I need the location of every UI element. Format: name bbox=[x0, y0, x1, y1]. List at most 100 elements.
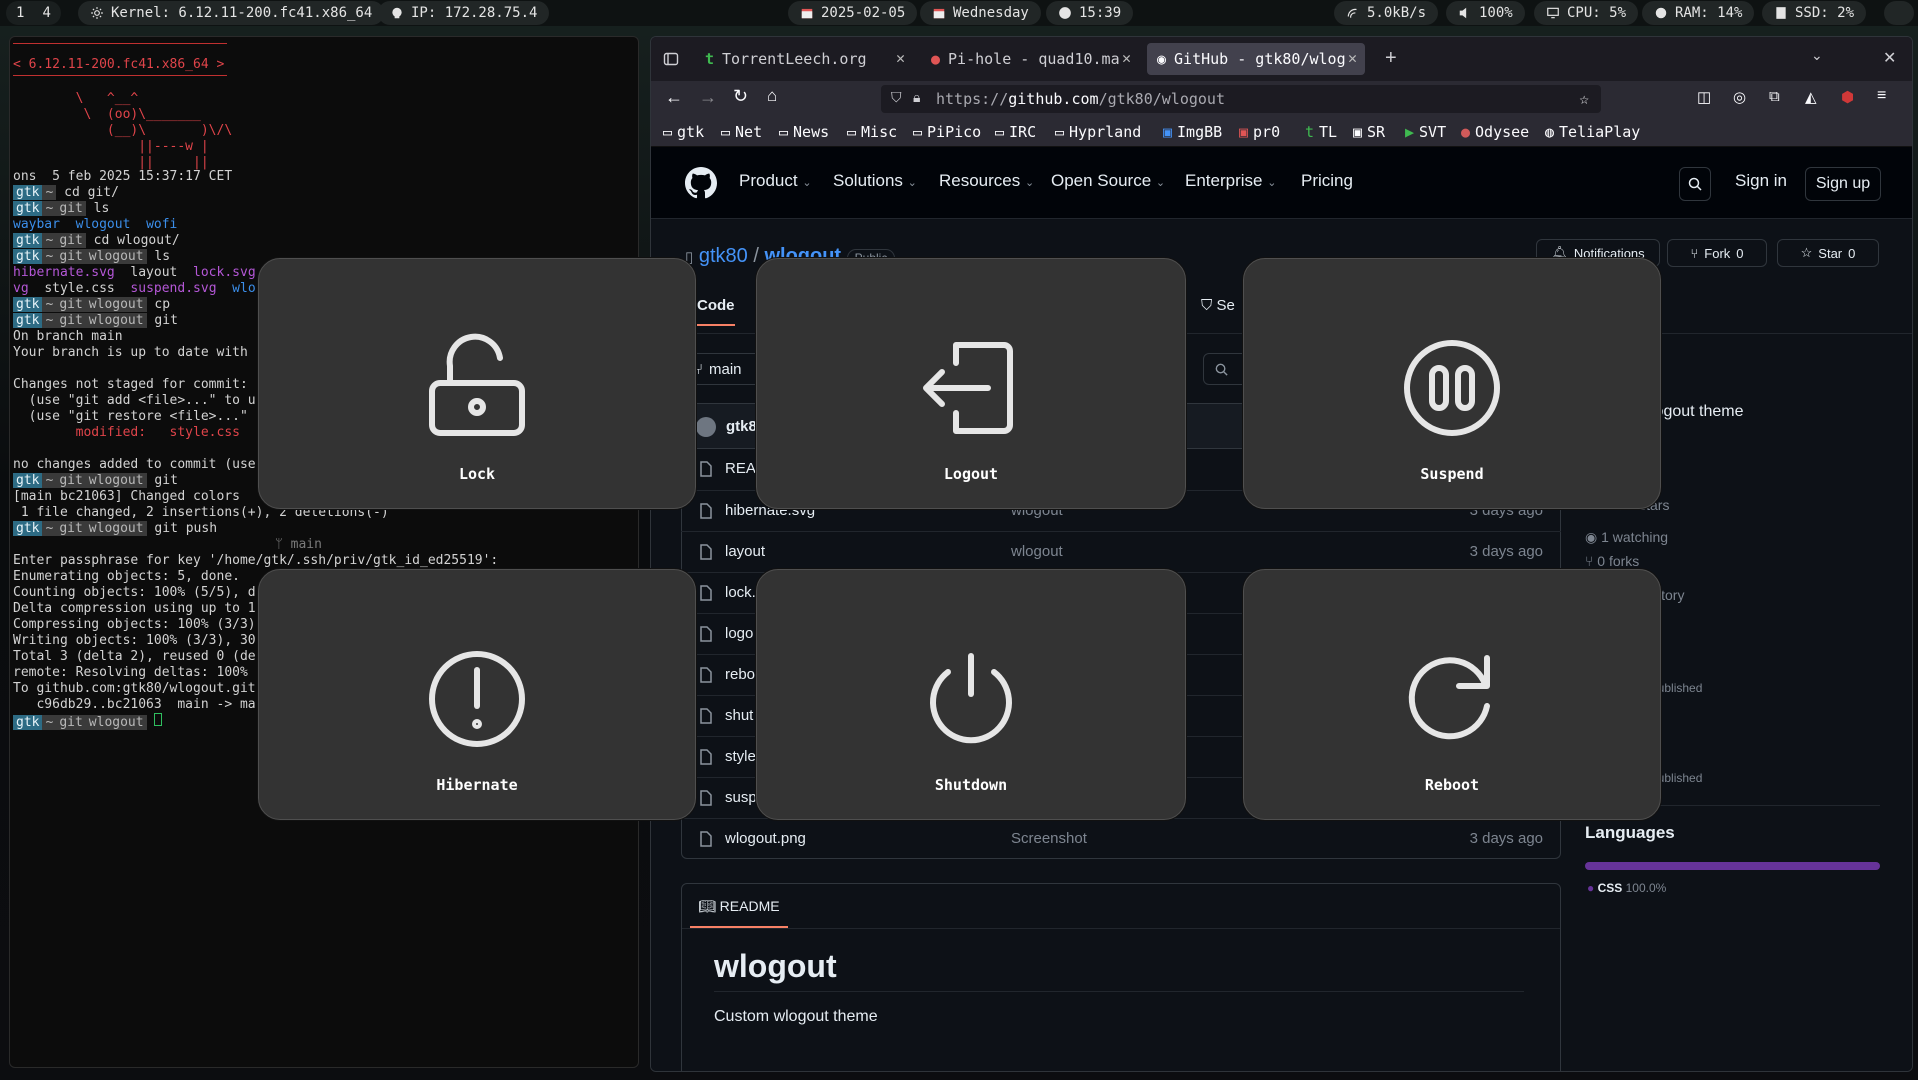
bookmark-label: ImgBB bbox=[1177, 123, 1223, 141]
watching-link[interactable]: ◉ 1 watching bbox=[1585, 529, 1668, 546]
reboot-button[interactable]: Reboot bbox=[1243, 569, 1661, 820]
logout-button[interactable]: Logout bbox=[756, 258, 1186, 509]
file-name[interactable]: lock. bbox=[725, 584, 756, 601]
sidebar-icon[interactable] bbox=[663, 51, 679, 67]
pocket-icon[interactable]: ◫ bbox=[1697, 88, 1711, 106]
terminal-window[interactable]: < 6.12.11-200.fc41.x86_64 > \ ^__^ \ (oo… bbox=[9, 36, 639, 1068]
workspace-button[interactable]: 4 bbox=[42, 5, 50, 21]
url-bar[interactable]: ⛉ 🔒︎ https://github.com/gtk80/wlogout ☆ bbox=[881, 85, 1601, 113]
prompt-line: gtk ~ git wlogout git bbox=[13, 473, 178, 489]
star-button[interactable]: ☆ Star 0 bbox=[1777, 239, 1879, 267]
bookmark-folder[interactable]: ▭ Misc bbox=[847, 123, 897, 141]
file-name[interactable]: wlogout.png bbox=[725, 830, 806, 847]
file-row[interactable]: layout wlogout 3 days ago bbox=[681, 531, 1561, 572]
tab-github[interactable]: ◉ GitHub - gtk80/wlog ✕ bbox=[1147, 43, 1365, 75]
network-module: 5.0kB/s bbox=[1334, 1, 1439, 25]
forks-link[interactable]: ⑂ 0 forks bbox=[1585, 553, 1639, 569]
file-icon bbox=[700, 708, 712, 724]
bookmark-folder[interactable]: ▭ PiPico bbox=[913, 123, 981, 141]
lock-button[interactable]: Lock bbox=[258, 258, 696, 509]
file-name[interactable]: shut bbox=[725, 707, 753, 724]
terminal-cursor bbox=[154, 713, 163, 726]
bookmark-folder[interactable]: ▭ gtk bbox=[663, 123, 704, 141]
home-icon[interactable]: ⌂ bbox=[767, 86, 777, 106]
commit-message[interactable]: Screenshot bbox=[1011, 830, 1087, 847]
file-name[interactable]: rebo bbox=[725, 666, 755, 683]
bookmark-link[interactable]: ▣ pr0 bbox=[1239, 123, 1280, 141]
file-name[interactable]: style bbox=[725, 748, 756, 765]
about-description: logout theme bbox=[1651, 403, 1744, 420]
reload-icon[interactable]: ↻ bbox=[733, 86, 748, 107]
odysee-icon: ● bbox=[1461, 123, 1471, 141]
bookmark-folder[interactable]: ▭ IRC bbox=[995, 123, 1036, 141]
tab-pihole[interactable]: ● Pi-hole - quad10.ma ✕ bbox=[921, 43, 1139, 75]
nav-solutions[interactable]: Solutions ⌄ bbox=[833, 171, 917, 191]
shield-icon[interactable]: ⛉ bbox=[891, 90, 902, 106]
file-row[interactable]: wlogout.png Screenshot 3 days ago bbox=[681, 818, 1561, 859]
hibernate-button[interactable]: Hibernate bbox=[258, 569, 696, 820]
imgbb-icon: ▣ bbox=[1163, 123, 1173, 141]
back-icon[interactable]: ← bbox=[665, 87, 683, 108]
sign-in-link[interactable]: Sign in bbox=[1735, 171, 1787, 191]
bookmark-label: pr0 bbox=[1253, 123, 1281, 141]
commit-author[interactable]: gtk8 bbox=[726, 418, 757, 435]
fork-button[interactable]: ⑂ Fork 0 bbox=[1667, 239, 1767, 267]
bookmark-link[interactable]: ● Odysee bbox=[1461, 123, 1529, 141]
lock-icon[interactable]: 🔒︎ bbox=[913, 90, 920, 106]
github-logo-icon[interactable] bbox=[685, 167, 717, 199]
search-button[interactable] bbox=[1679, 167, 1711, 201]
tab-torrentleech[interactable]: t TorrentLeech.org ✕ bbox=[695, 43, 913, 75]
prompt-dir: ~ bbox=[42, 249, 57, 264]
file-name[interactable]: layout bbox=[725, 543, 765, 560]
bookmark-folder[interactable]: ▭ Net bbox=[721, 123, 762, 141]
language-item[interactable]: ● CSS 100.0% bbox=[1587, 881, 1666, 895]
bookmark-link[interactable]: ◍ TeliaPlay bbox=[1545, 123, 1640, 141]
star-bookmark-icon[interactable]: ☆ bbox=[1579, 89, 1589, 108]
suspend-button[interactable]: Suspend bbox=[1243, 258, 1661, 509]
bookmark-link[interactable]: ▣ SR bbox=[1353, 123, 1385, 141]
readme-title: wlogout bbox=[714, 948, 1524, 992]
forward-icon[interactable]: → bbox=[699, 87, 717, 108]
close-icon[interactable]: ✕ bbox=[1122, 49, 1131, 67]
bookmark-link[interactable]: ▶ SVT bbox=[1405, 123, 1446, 141]
close-icon[interactable]: ✕ bbox=[896, 49, 905, 67]
menu-icon[interactable]: ≡ bbox=[1877, 87, 1886, 105]
nav-open-source[interactable]: Open Source ⌄ bbox=[1051, 171, 1165, 191]
power-module[interactable] bbox=[1884, 1, 1914, 25]
prompt-user: gtk bbox=[13, 201, 43, 216]
nav-enterprise[interactable]: Enterprise ⌄ bbox=[1185, 171, 1276, 191]
account-icon[interactable]: ◎ bbox=[1733, 88, 1746, 106]
prompt-dir: git bbox=[56, 297, 86, 312]
addon-icon[interactable]: ◭ bbox=[1805, 88, 1817, 106]
bookmark-link[interactable]: t TL bbox=[1305, 123, 1337, 141]
workspace-button[interactable]: 1 bbox=[16, 5, 24, 21]
tab-label: GitHub - gtk80/wlog bbox=[1174, 50, 1346, 68]
nav-pricing[interactable]: Pricing bbox=[1301, 171, 1353, 191]
tab-security[interactable]: ⛉ Se bbox=[1201, 297, 1235, 314]
tab-code[interactable]: Code bbox=[697, 297, 735, 326]
repo-owner-link[interactable]: gtk80 bbox=[699, 245, 748, 267]
shutdown-button[interactable]: Shutdown bbox=[756, 569, 1186, 820]
eye-icon: ◉ bbox=[1585, 529, 1598, 545]
sign-up-button[interactable]: Sign up bbox=[1805, 167, 1881, 201]
close-window-icon[interactable]: ✕ bbox=[1883, 48, 1896, 68]
volume-module[interactable]: 100% bbox=[1446, 1, 1525, 25]
commit-message[interactable]: wlogout bbox=[1011, 543, 1063, 560]
bookmark-folder[interactable]: ▭ Hyprland bbox=[1055, 123, 1141, 141]
ublock-icon[interactable]: ⬢ bbox=[1841, 88, 1854, 106]
languages-title: Languages bbox=[1585, 823, 1675, 842]
bookmark-link[interactable]: ▣ ImgBB bbox=[1163, 123, 1222, 141]
bookmark-folder[interactable]: ▭ News bbox=[779, 123, 829, 141]
readme-tab-label: README bbox=[719, 898, 780, 914]
extensions-icon[interactable]: ⧉ bbox=[1769, 88, 1780, 105]
file-name[interactable]: logo bbox=[725, 625, 753, 642]
star-count: 0 bbox=[1848, 245, 1856, 261]
new-tab-button[interactable]: + bbox=[1385, 47, 1397, 70]
close-icon[interactable]: ✕ bbox=[1348, 49, 1357, 67]
prompt-line: gtk ~ git wlogout git push bbox=[13, 521, 217, 537]
readme-tab[interactable]: 📖︎ README bbox=[690, 892, 788, 928]
nav-resources[interactable]: Resources ⌄ bbox=[939, 171, 1034, 191]
nav-label: Solutions bbox=[833, 171, 903, 190]
chevron-down-icon[interactable]: ⌄ bbox=[1811, 47, 1823, 64]
nav-product[interactable]: Product ⌄ bbox=[739, 171, 812, 191]
